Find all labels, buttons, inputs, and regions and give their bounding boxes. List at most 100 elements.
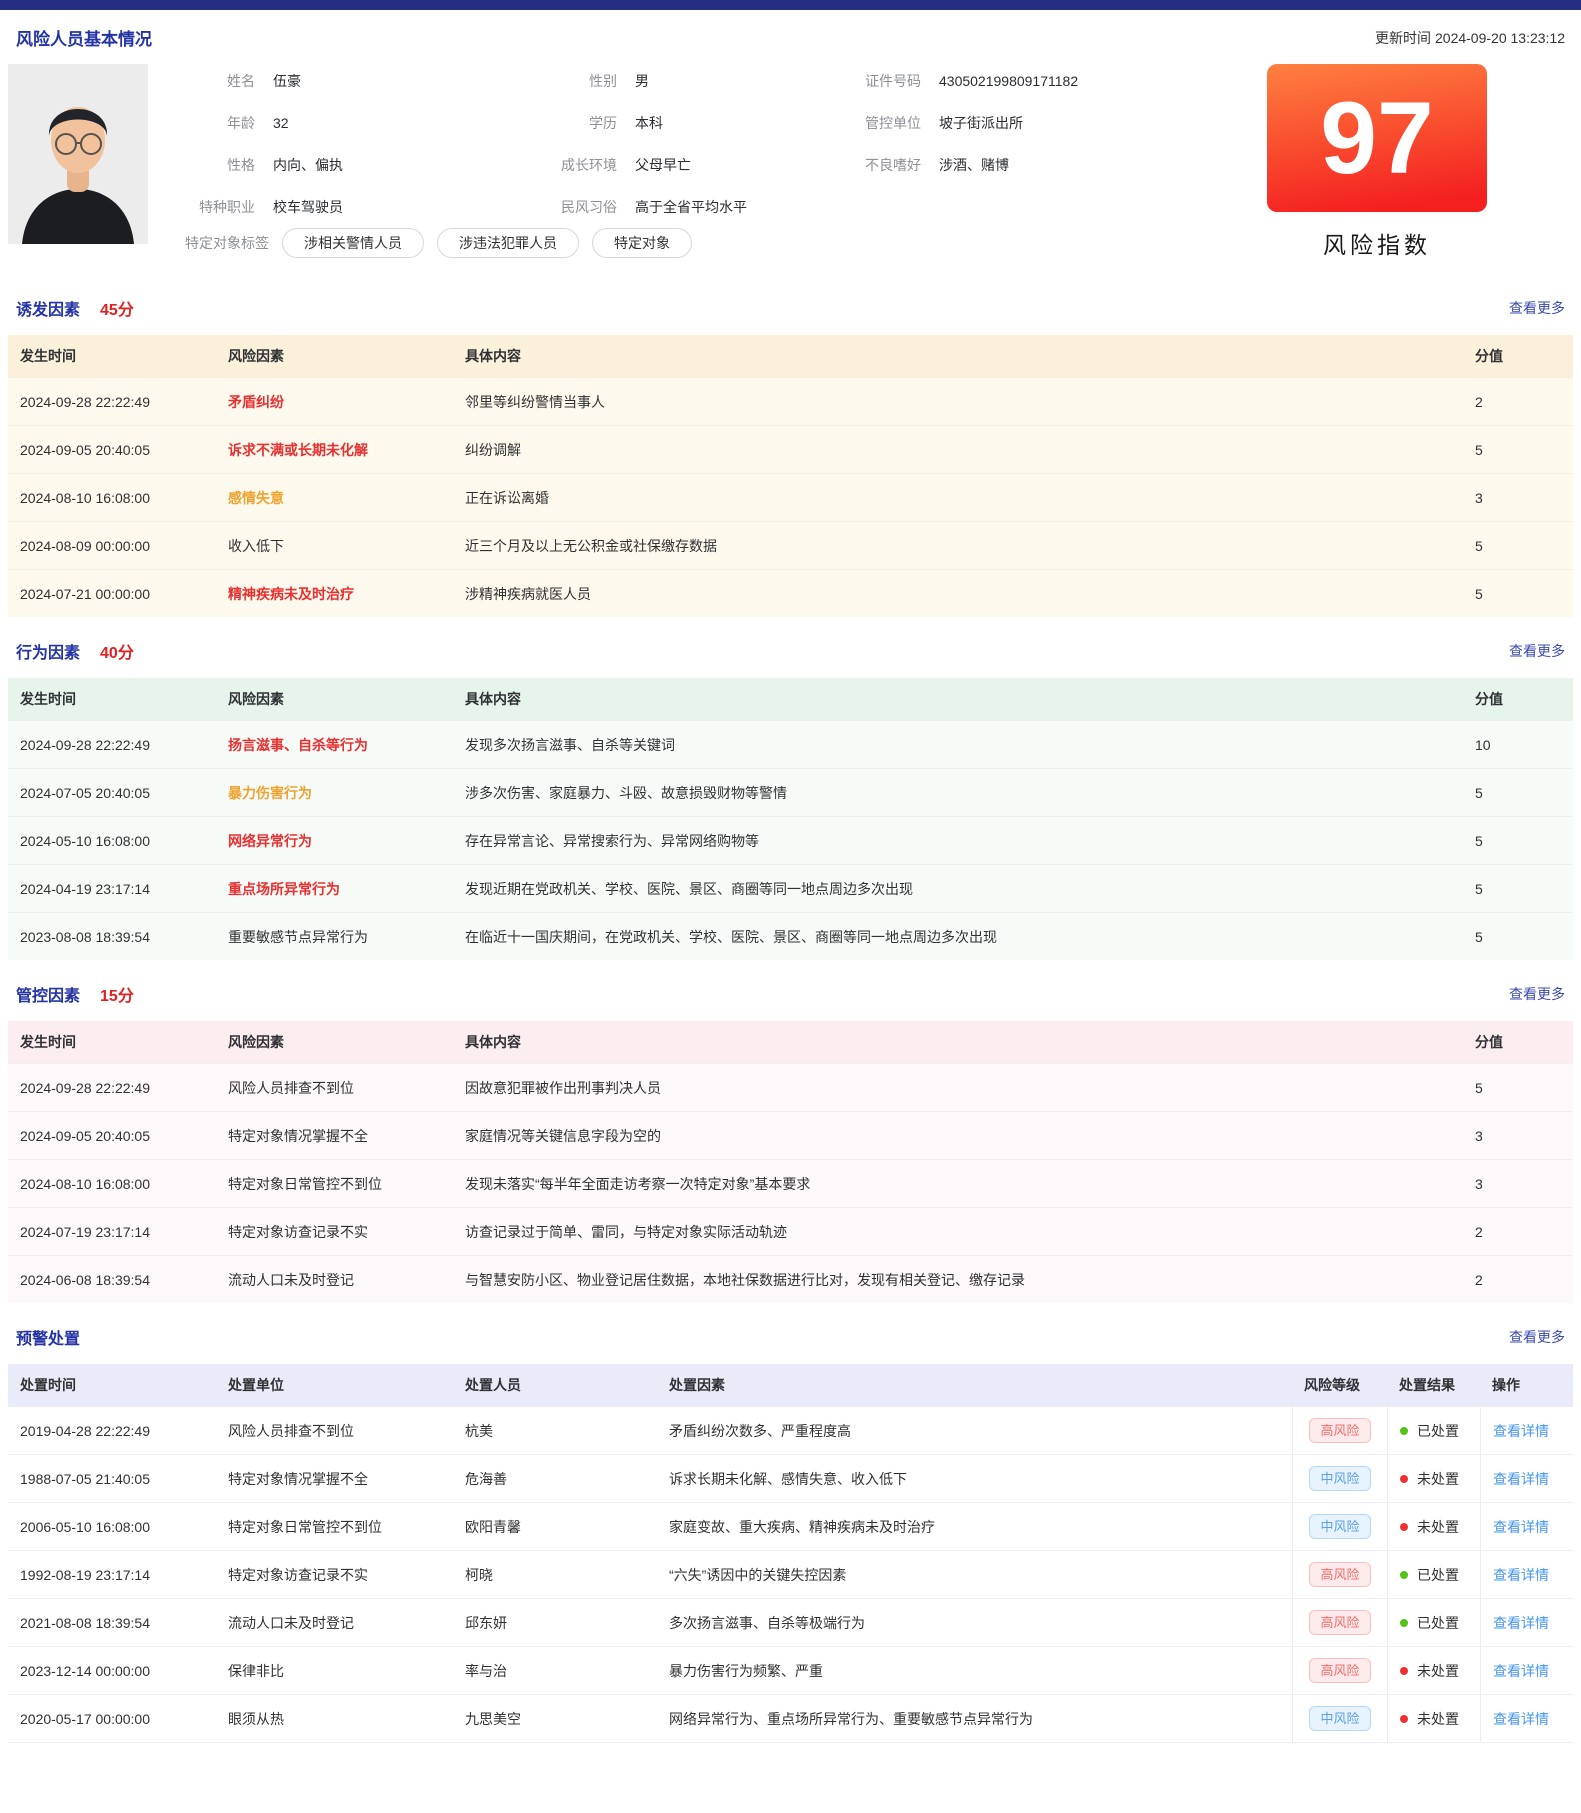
view-detail-link[interactable]: 查看详情 (1493, 1709, 1549, 1729)
factor-table-body: 2024-09-28 22:22:49扬言滋事、自杀等行为发现多次扬言滋事、自杀… (8, 720, 1573, 960)
table-row: 2024-04-19 23:17:14重点场所异常行为发现近期在党政机关、学校、… (8, 864, 1573, 912)
cell-content: 在临近十一国庆期间，在党政机关、学校、医院、景区、商圈等同一地点周边多次出现 (453, 927, 1463, 947)
cell-person: 欧阳青馨 (453, 1517, 657, 1537)
cell-risk-factor: 收入低下 (216, 536, 453, 556)
table-row: 2024-09-05 20:40:05特定对象情况掌握不全家庭情况等关键信息字段… (8, 1111, 1573, 1159)
view-detail-link[interactable]: 查看详情 (1493, 1469, 1549, 1489)
profile-photo (8, 64, 148, 244)
cell-factor: “六失”诱因中的关键失控因素 (657, 1565, 1292, 1585)
column-header: 发生时间 (8, 689, 216, 709)
cell-risk-level: 中风险 (1292, 1503, 1387, 1550)
table-row: 2024-09-28 22:22:49风险人员排查不到位因故意犯罪被作出刑事判决… (8, 1063, 1573, 1111)
cell-time: 2024-09-28 22:22:49 (8, 394, 216, 410)
profile-field-label: 姓名 (148, 71, 255, 91)
view-detail-link[interactable]: 查看详情 (1493, 1661, 1549, 1681)
special-object-tag[interactable]: 涉相关警情人员 (282, 228, 424, 258)
cell-factor: 多次扬言滋事、自杀等极端行为 (657, 1613, 1292, 1633)
section-header: 预警处置查看更多 (16, 1325, 1565, 1349)
update-time-label: 更新时间 (1375, 30, 1431, 46)
cell-risk-level: 中风险 (1292, 1455, 1387, 1502)
cell-unit: 特定对象日常管控不到位 (216, 1517, 453, 1537)
profile-field-label: 成长环境 (497, 155, 617, 175)
column-header: 具体内容 (453, 689, 1463, 709)
risk-level-badge: 中风险 (1309, 1706, 1370, 1732)
view-detail-link[interactable]: 查看详情 (1493, 1421, 1549, 1441)
table-row: 2024-09-28 22:22:49扬言滋事、自杀等行为发现多次扬言滋事、自杀… (8, 720, 1573, 768)
cell-time: 2023-12-14 00:00:00 (8, 1663, 216, 1679)
profile-field-value: 32 (255, 115, 497, 131)
cell-score: 5 (1463, 538, 1573, 554)
cell-risk-factor: 感情失意 (216, 488, 453, 508)
column-header: 操作 (1480, 1375, 1573, 1395)
cell-content: 与智慧安防小区、物业登记居住数据，本地社保数据进行比对，发现有相关登记、缴存记录 (453, 1270, 1463, 1290)
cell-content: 家庭情况等关键信息字段为空的 (453, 1126, 1463, 1146)
cell-risk-factor: 风险人员排查不到位 (216, 1078, 453, 1098)
result-status-text: 未处置 (1417, 1661, 1459, 1681)
table-row: 2024-09-05 20:40:05诉求不满或长期未化解纠纷调解5 (8, 425, 1573, 473)
cell-result: 未处置 (1387, 1647, 1480, 1694)
cell-action: 查看详情 (1480, 1503, 1573, 1550)
column-header: 发生时间 (8, 1032, 216, 1052)
view-detail-link[interactable]: 查看详情 (1493, 1565, 1549, 1585)
special-object-tag[interactable]: 特定对象 (592, 228, 692, 258)
cell-score: 2 (1463, 1272, 1573, 1288)
section-header: 诱发因素45分查看更多 (16, 296, 1565, 320)
factor-table: 发生时间风险因素具体内容分值2024-09-28 22:22:49扬言滋事、自杀… (8, 678, 1573, 960)
table-row: 1992-08-19 23:17:14特定对象访查记录不实柯晓“六失”诱因中的关… (8, 1550, 1573, 1598)
column-header: 分值 (1463, 1032, 1573, 1052)
cell-risk-level: 高风险 (1292, 1599, 1387, 1646)
view-more-link[interactable]: 查看更多 (1509, 984, 1565, 1004)
cell-content: 存在异常言论、异常搜索行为、异常网络购物等 (453, 831, 1463, 851)
result-status-text: 已处置 (1417, 1421, 1459, 1441)
table-row: 2024-07-05 20:40:05暴力伤害行为涉多次伤害、家庭暴力、斗殴、故… (8, 768, 1573, 816)
cell-result: 已处置 (1387, 1407, 1480, 1454)
main-content: 风险人员基本情况 更新时间2024-09-20 13:23:12 姓名伍豪性别男… (0, 10, 1581, 1813)
cell-content: 发现近期在党政机关、学校、医院、景区、商圈等同一地点周边多次出现 (453, 879, 1463, 899)
profile-section: 姓名伍豪性别男证件号码430502199809171182年龄32学历本科管控单… (8, 60, 1573, 274)
cell-person: 率与治 (453, 1661, 657, 1681)
table-row: 2024-08-09 00:00:00收入低下近三个月及以上无公积金或社保缴存数… (8, 521, 1573, 569)
cell-time: 2024-07-21 00:00:00 (8, 586, 216, 602)
cell-action: 查看详情 (1480, 1551, 1573, 1598)
cell-action: 查看详情 (1480, 1647, 1573, 1694)
table-row: 2019-04-28 22:22:49风险人员排查不到位杭美矛盾纠纷次数多、严重… (8, 1406, 1573, 1454)
result-status-text: 未处置 (1417, 1469, 1459, 1489)
cell-risk-level: 高风险 (1292, 1551, 1387, 1598)
cell-unit: 保律非比 (216, 1661, 453, 1681)
result-status-dot (1400, 1667, 1408, 1675)
section-title: 行为因素 (16, 639, 80, 663)
result-status-dot (1400, 1427, 1408, 1435)
special-object-tag[interactable]: 涉违法犯罪人员 (437, 228, 579, 258)
alert-table-header: 处置时间处置单位处置人员处置因素风险等级处置结果操作 (8, 1364, 1573, 1406)
tags-label: 特定对象标签 (148, 233, 269, 253)
table-row: 1988-07-05 21:40:05特定对象情况掌握不全危海善诉求长期未化解、… (8, 1454, 1573, 1502)
column-header: 风险因素 (216, 1032, 453, 1052)
section-header: 行为因素40分查看更多 (16, 639, 1565, 663)
cell-time: 2024-09-05 20:40:05 (8, 1128, 216, 1144)
cell-risk-level: 中风险 (1292, 1695, 1387, 1742)
column-header: 风险因素 (216, 346, 453, 366)
cell-risk-factor: 重点场所异常行为 (216, 879, 453, 899)
cell-action: 查看详情 (1480, 1407, 1573, 1454)
view-more-link[interactable]: 查看更多 (1509, 298, 1565, 318)
view-detail-link[interactable]: 查看详情 (1493, 1613, 1549, 1633)
view-detail-link[interactable]: 查看详情 (1493, 1517, 1549, 1537)
column-header: 分值 (1463, 689, 1573, 709)
cell-score: 5 (1463, 929, 1573, 945)
cell-content: 访查记录过于简单、雷同，与特定对象实际活动轨迹 (453, 1222, 1463, 1242)
cell-risk-factor: 特定对象访查记录不实 (216, 1222, 453, 1242)
column-header: 处置因素 (657, 1375, 1292, 1395)
view-more-link[interactable]: 查看更多 (1509, 641, 1565, 661)
risk-level-badge: 高风险 (1309, 1658, 1370, 1684)
view-more-link[interactable]: 查看更多 (1509, 1327, 1565, 1347)
cell-risk-factor: 流动人口未及时登记 (216, 1270, 453, 1290)
risk-level-badge: 中风险 (1309, 1466, 1370, 1492)
profile-field-label: 不良嗜好 (801, 155, 921, 175)
cell-time: 2024-09-28 22:22:49 (8, 1080, 216, 1096)
column-header: 处置时间 (8, 1375, 216, 1395)
cell-content: 发现未落实“每半年全面走访考察一次特定对象”基本要求 (453, 1174, 1463, 1194)
alert-section: 预警处置查看更多处置时间处置单位处置人员处置因素风险等级处置结果操作2019-0… (8, 1325, 1573, 1743)
cell-time: 2024-08-09 00:00:00 (8, 538, 216, 554)
profile-field-label: 证件号码 (801, 71, 921, 91)
risk-score-card: 97 (1267, 64, 1487, 212)
